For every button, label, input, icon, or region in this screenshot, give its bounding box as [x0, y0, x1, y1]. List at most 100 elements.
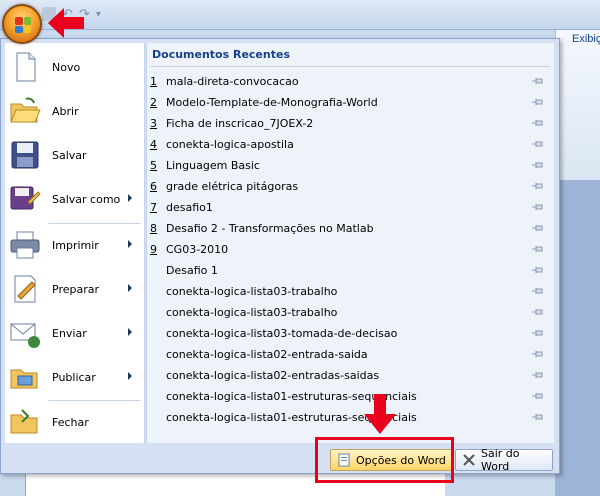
recent-document-item[interactable]: 7 desafio1 — [150, 197, 550, 218]
submenu-arrow-icon — [128, 194, 132, 202]
pin-icon[interactable] — [532, 308, 544, 316]
pin-icon[interactable] — [532, 140, 544, 148]
recent-document-name: grade elétrica pitágoras — [166, 180, 299, 193]
prepare-icon — [8, 272, 42, 306]
new-document-icon — [8, 50, 42, 84]
pin-icon[interactable] — [532, 287, 544, 295]
pin-icon[interactable] — [532, 245, 544, 253]
recent-document-number: 3 — [150, 117, 157, 130]
pin-icon[interactable] — [532, 392, 544, 400]
red-arrow-left-icon — [48, 8, 84, 38]
recent-document-number: 5 — [150, 159, 157, 172]
recent-document-name: Desafio 2 - Transformações no Matlab — [166, 222, 374, 235]
menu-item-label: Preparar — [52, 282, 99, 296]
recent-document-item[interactable]: conekta-logica-lista02-entrada-saida — [150, 344, 550, 365]
recent-document-item[interactable]: conekta-logica-lista03-tomada-de-decisao — [150, 323, 550, 344]
submenu-arrow-icon — [128, 372, 132, 380]
ribbon-tab-exibicao[interactable]: Exibiç — [572, 33, 600, 45]
submenu-arrow-icon — [128, 328, 132, 336]
close-folder-icon — [8, 405, 42, 439]
pin-icon[interactable] — [532, 350, 544, 358]
recent-document-item[interactable]: 1 mala-direta-convocacao — [150, 71, 550, 92]
recent-document-number: 8 — [150, 222, 157, 235]
recent-document-number: 6 — [150, 180, 157, 193]
menu-item-label: Publicar — [52, 370, 96, 384]
red-arrow-down-icon — [364, 394, 396, 434]
pin-icon[interactable] — [532, 224, 544, 232]
recent-documents-title: Documentos Recentes — [152, 48, 290, 61]
menu-item-salvar-como[interactable]: Salvar como — [4, 179, 140, 219]
recent-document-item[interactable]: Desafio 1 — [150, 260, 550, 281]
pin-icon[interactable] — [532, 266, 544, 274]
recent-document-item[interactable]: 3 Ficha de inscricao_7JOEX-2 — [150, 113, 550, 134]
menu-item-label: Abrir — [52, 104, 79, 118]
pin-icon[interactable] — [532, 182, 544, 190]
recent-document-item[interactable]: 6 grade elétrica pitágoras — [150, 176, 550, 197]
recent-document-number: 4 — [150, 138, 157, 151]
menu-item-label: Imprimir — [52, 238, 99, 252]
recent-document-name: CG03-2010 — [166, 243, 229, 256]
menu-item-label: Fechar — [52, 415, 89, 429]
recent-document-item[interactable]: conekta-logica-lista03-trabalho — [150, 302, 550, 323]
recent-document-number: 7 — [150, 201, 157, 214]
menu-item-abrir[interactable]: Abrir — [4, 91, 140, 131]
send-icon — [8, 316, 42, 350]
recent-document-item[interactable]: 5 Linguagem Basic — [150, 155, 550, 176]
menu-item-novo[interactable]: Novo — [4, 47, 140, 87]
recent-document-name: Modelo-Template-de-Monografia-World — [166, 96, 378, 109]
menu-item-label: Salvar — [52, 148, 87, 162]
menu-item-fechar[interactable]: Fechar — [4, 402, 140, 442]
save-as-icon — [8, 182, 42, 216]
ribbon-background — [555, 30, 600, 180]
recent-document-item[interactable]: 8 Desafio 2 - Transformações no Matlab — [150, 218, 550, 239]
recent-document-name: mala-direta-convocacao — [166, 75, 299, 88]
menu-item-preparar[interactable]: Preparar — [4, 269, 140, 309]
menu-item-enviar[interactable]: Enviar — [4, 313, 140, 353]
office-button[interactable] — [2, 4, 42, 44]
recent-document-item[interactable]: conekta-logica-lista02-entradas-saidas — [150, 365, 550, 386]
menu-separator — [48, 400, 140, 401]
recent-document-name: conekta-logica-lista02-entrada-saida — [166, 348, 368, 361]
save-disk-icon — [8, 138, 42, 172]
recent-document-name: Desafio 1 — [166, 264, 218, 277]
pin-icon[interactable] — [532, 98, 544, 106]
close-icon — [462, 453, 476, 467]
recent-document-item[interactable]: conekta-logica-lista01-estruturas-sequen… — [150, 407, 550, 428]
pin-icon[interactable] — [532, 77, 544, 85]
recent-document-number: 9 — [150, 243, 157, 256]
document-area-background — [555, 180, 600, 496]
customize-qat-icon[interactable]: ▾ — [96, 9, 101, 20]
recent-document-item[interactable]: conekta-logica-lista03-trabalho — [150, 281, 550, 302]
pin-icon[interactable] — [532, 203, 544, 211]
pin-icon[interactable] — [532, 161, 544, 169]
recent-document-name: conekta-logica-lista03-trabalho — [166, 285, 338, 298]
menu-item-publicar[interactable]: Publicar — [4, 357, 140, 397]
submenu-arrow-icon — [128, 284, 132, 292]
exit-word-button[interactable]: Sair do Word — [455, 447, 553, 473]
exit-word-label: Sair do Word — [481, 447, 520, 473]
recent-document-name: Ficha de inscricao_7JOEX-2 — [166, 117, 314, 130]
menu-item-label: Salvar como — [52, 192, 121, 206]
recent-document-name: conekta-logica-apostila — [166, 138, 294, 151]
office-logo-icon — [15, 17, 31, 33]
printer-icon — [8, 228, 42, 262]
recent-document-item[interactable]: 2 Modelo-Template-de-Monografia-World — [150, 92, 550, 113]
recent-document-name: desafio1 — [166, 201, 213, 214]
pin-icon[interactable] — [532, 119, 544, 127]
pin-icon[interactable] — [532, 413, 544, 421]
recent-document-name: conekta-logica-lista03-tomada-de-decisao — [166, 327, 398, 340]
recent-documents-separator — [150, 66, 550, 67]
annotation-highlight-box — [315, 437, 454, 483]
recent-document-name: Linguagem Basic — [166, 159, 260, 172]
menu-item-imprimir[interactable]: Imprimir — [4, 225, 140, 265]
recent-document-item[interactable]: conekta-logica-lista01-estruturas-sequen… — [150, 386, 550, 407]
open-folder-icon — [8, 94, 42, 128]
menu-item-salvar[interactable]: Salvar — [4, 135, 140, 175]
pin-icon[interactable] — [532, 371, 544, 379]
pin-icon[interactable] — [532, 329, 544, 337]
recent-document-item[interactable]: 4 conekta-logica-apostila — [150, 134, 550, 155]
menu-item-label: Novo — [52, 60, 81, 74]
recent-document-item[interactable]: 9 CG03-2010 — [150, 239, 550, 260]
menu-separator — [48, 223, 140, 224]
recent-document-number: 2 — [150, 96, 157, 109]
